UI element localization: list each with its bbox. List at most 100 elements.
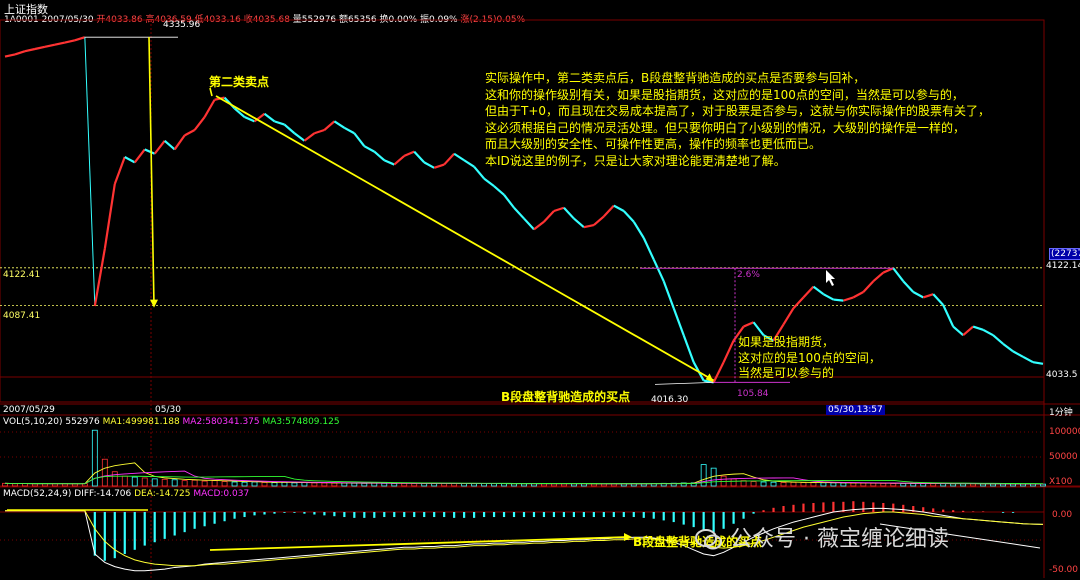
- price-segment: [343, 126, 355, 135]
- price-segment: [513, 207, 525, 220]
- macd-value: MACD:0.037: [193, 489, 250, 499]
- price-segment: [283, 123, 296, 135]
- price-segment: [443, 153, 455, 166]
- price-segment: [383, 159, 395, 166]
- annotation-line: 这必须根据自己的情况灵活处理。但只要你明白了小级别的情况，大级别的操作是一样的，: [485, 120, 966, 135]
- level-label-2: 4087.41: [3, 311, 41, 321]
- price-segment: [124, 156, 136, 164]
- volume-bar: [900, 483, 907, 487]
- price-segment: [113, 156, 126, 185]
- price-segment: [912, 291, 924, 299]
- price-segment: [902, 280, 915, 293]
- drop-arrow: [150, 299, 158, 308]
- vol-ma2: MA2:580341.375: [182, 417, 260, 427]
- price-segment: [952, 325, 964, 337]
- price-segment: [672, 307, 685, 336]
- volume-bar: [790, 481, 797, 487]
- vol-header: VOL(5,10,20) 552976 MA1:499981.188 MA2:5…: [3, 417, 340, 427]
- price-segment: [1032, 361, 1044, 365]
- price-segment: [743, 321, 754, 328]
- price-segment: [74, 36, 86, 42]
- price-segment: [163, 139, 176, 151]
- price-segment: [722, 340, 735, 363]
- annotation-line: 这对应的是100点的空间，: [738, 350, 881, 365]
- price-segment: [263, 112, 276, 123]
- right-level-label: 4122.14: [1046, 261, 1080, 271]
- vol-ma3: MA3:574809.125: [262, 417, 340, 427]
- price-segment: [843, 296, 854, 302]
- volume-bar: [281, 481, 288, 487]
- price-segment: [922, 293, 934, 299]
- price-segment: [583, 223, 595, 229]
- volume-bar: [471, 483, 477, 487]
- vol-value: 552976: [65, 417, 100, 427]
- price-segment: [333, 120, 345, 129]
- vol-tick-unit: X100: [1049, 477, 1073, 487]
- price-segment: [14, 50, 26, 56]
- volume-bar: [201, 480, 208, 487]
- price-segment: [403, 150, 415, 157]
- macd-diff: DIFF:-14.706: [74, 489, 132, 499]
- price-segment: [353, 132, 366, 147]
- price-segment: [833, 298, 844, 302]
- price-segment: [144, 148, 156, 155]
- price-segment: [642, 237, 655, 261]
- measure-pct-label: 2.6%: [737, 270, 760, 280]
- annotation-line: 这和你的操作级别有关，如果是股指期货，这对应的是100点的空间，当然是可以参与的…: [485, 87, 964, 102]
- right-badge: (22737): [1049, 248, 1080, 260]
- price-segment: [153, 140, 166, 155]
- volume-bar: [411, 483, 418, 487]
- price-segment: [503, 194, 515, 209]
- price-segment: [4, 53, 16, 58]
- watermark-text: 公众号 · 薇宝缠论细读: [730, 527, 949, 552]
- volume-bar: [910, 483, 917, 487]
- volume-bar: [760, 481, 767, 487]
- volume-bar: [12, 483, 18, 487]
- price-segment: [133, 148, 146, 164]
- volume-bar: [191, 479, 198, 487]
- price-segment: [323, 120, 336, 131]
- price-segment: [473, 166, 485, 180]
- price-segment: [423, 161, 435, 169]
- volume-bar: [151, 478, 158, 487]
- volume-bar: [770, 481, 777, 487]
- price-segment: [413, 150, 426, 164]
- price-segment: [802, 285, 815, 299]
- price-segment: [543, 210, 555, 223]
- price-segment: [972, 325, 984, 331]
- volume-bar: [121, 475, 128, 487]
- low-price-label: 4016.30: [651, 395, 689, 405]
- volume-bar: [111, 471, 118, 487]
- macd-tick-neg50: -50.00: [1049, 565, 1079, 575]
- volume-bar: [920, 483, 927, 487]
- price-segment: [84, 37, 96, 307]
- level-label-1: 4122.41: [3, 270, 41, 280]
- volume-bar: [301, 482, 308, 487]
- price-segment: [173, 134, 186, 151]
- volume-bar: [171, 479, 178, 487]
- price-segment: [852, 291, 864, 299]
- second-sell-point-label: 第二类卖点: [209, 75, 270, 89]
- price-segment: [632, 221, 645, 239]
- volume-bar: [131, 476, 138, 487]
- vol-tick-100000: 100000: [1049, 427, 1080, 437]
- watermark: 公众号 · 薇宝缠论细读: [695, 521, 949, 553]
- annotation-futures: 如果是股指期货， 这对应的是100点的空间， 当然是可以参与的: [738, 335, 881, 382]
- period-label[interactable]: 1分钟: [1049, 405, 1073, 418]
- price-segment: [393, 155, 405, 166]
- price-segment: [34, 45, 46, 51]
- volume-bar: [101, 458, 108, 487]
- annotation-main: 实际操作中，第二类卖点后，B段盘整背驰造成的买点是否要参与回补， 这和你的操作级…: [485, 70, 990, 169]
- vol-tick-50000: 50000: [1049, 452, 1078, 462]
- vol-title: VOL(5,10,20): [3, 417, 63, 427]
- price-segment: [603, 204, 615, 218]
- price-segment: [274, 120, 285, 126]
- price-segment: [862, 280, 875, 293]
- volume-bar: [800, 482, 807, 487]
- price-segment: [892, 267, 905, 282]
- price-segment: [303, 132, 316, 142]
- volume-bar: [251, 481, 258, 487]
- volume-bar: [231, 481, 238, 487]
- price-segment: [752, 321, 765, 336]
- macd-title: MACD(52,24,9): [3, 489, 72, 499]
